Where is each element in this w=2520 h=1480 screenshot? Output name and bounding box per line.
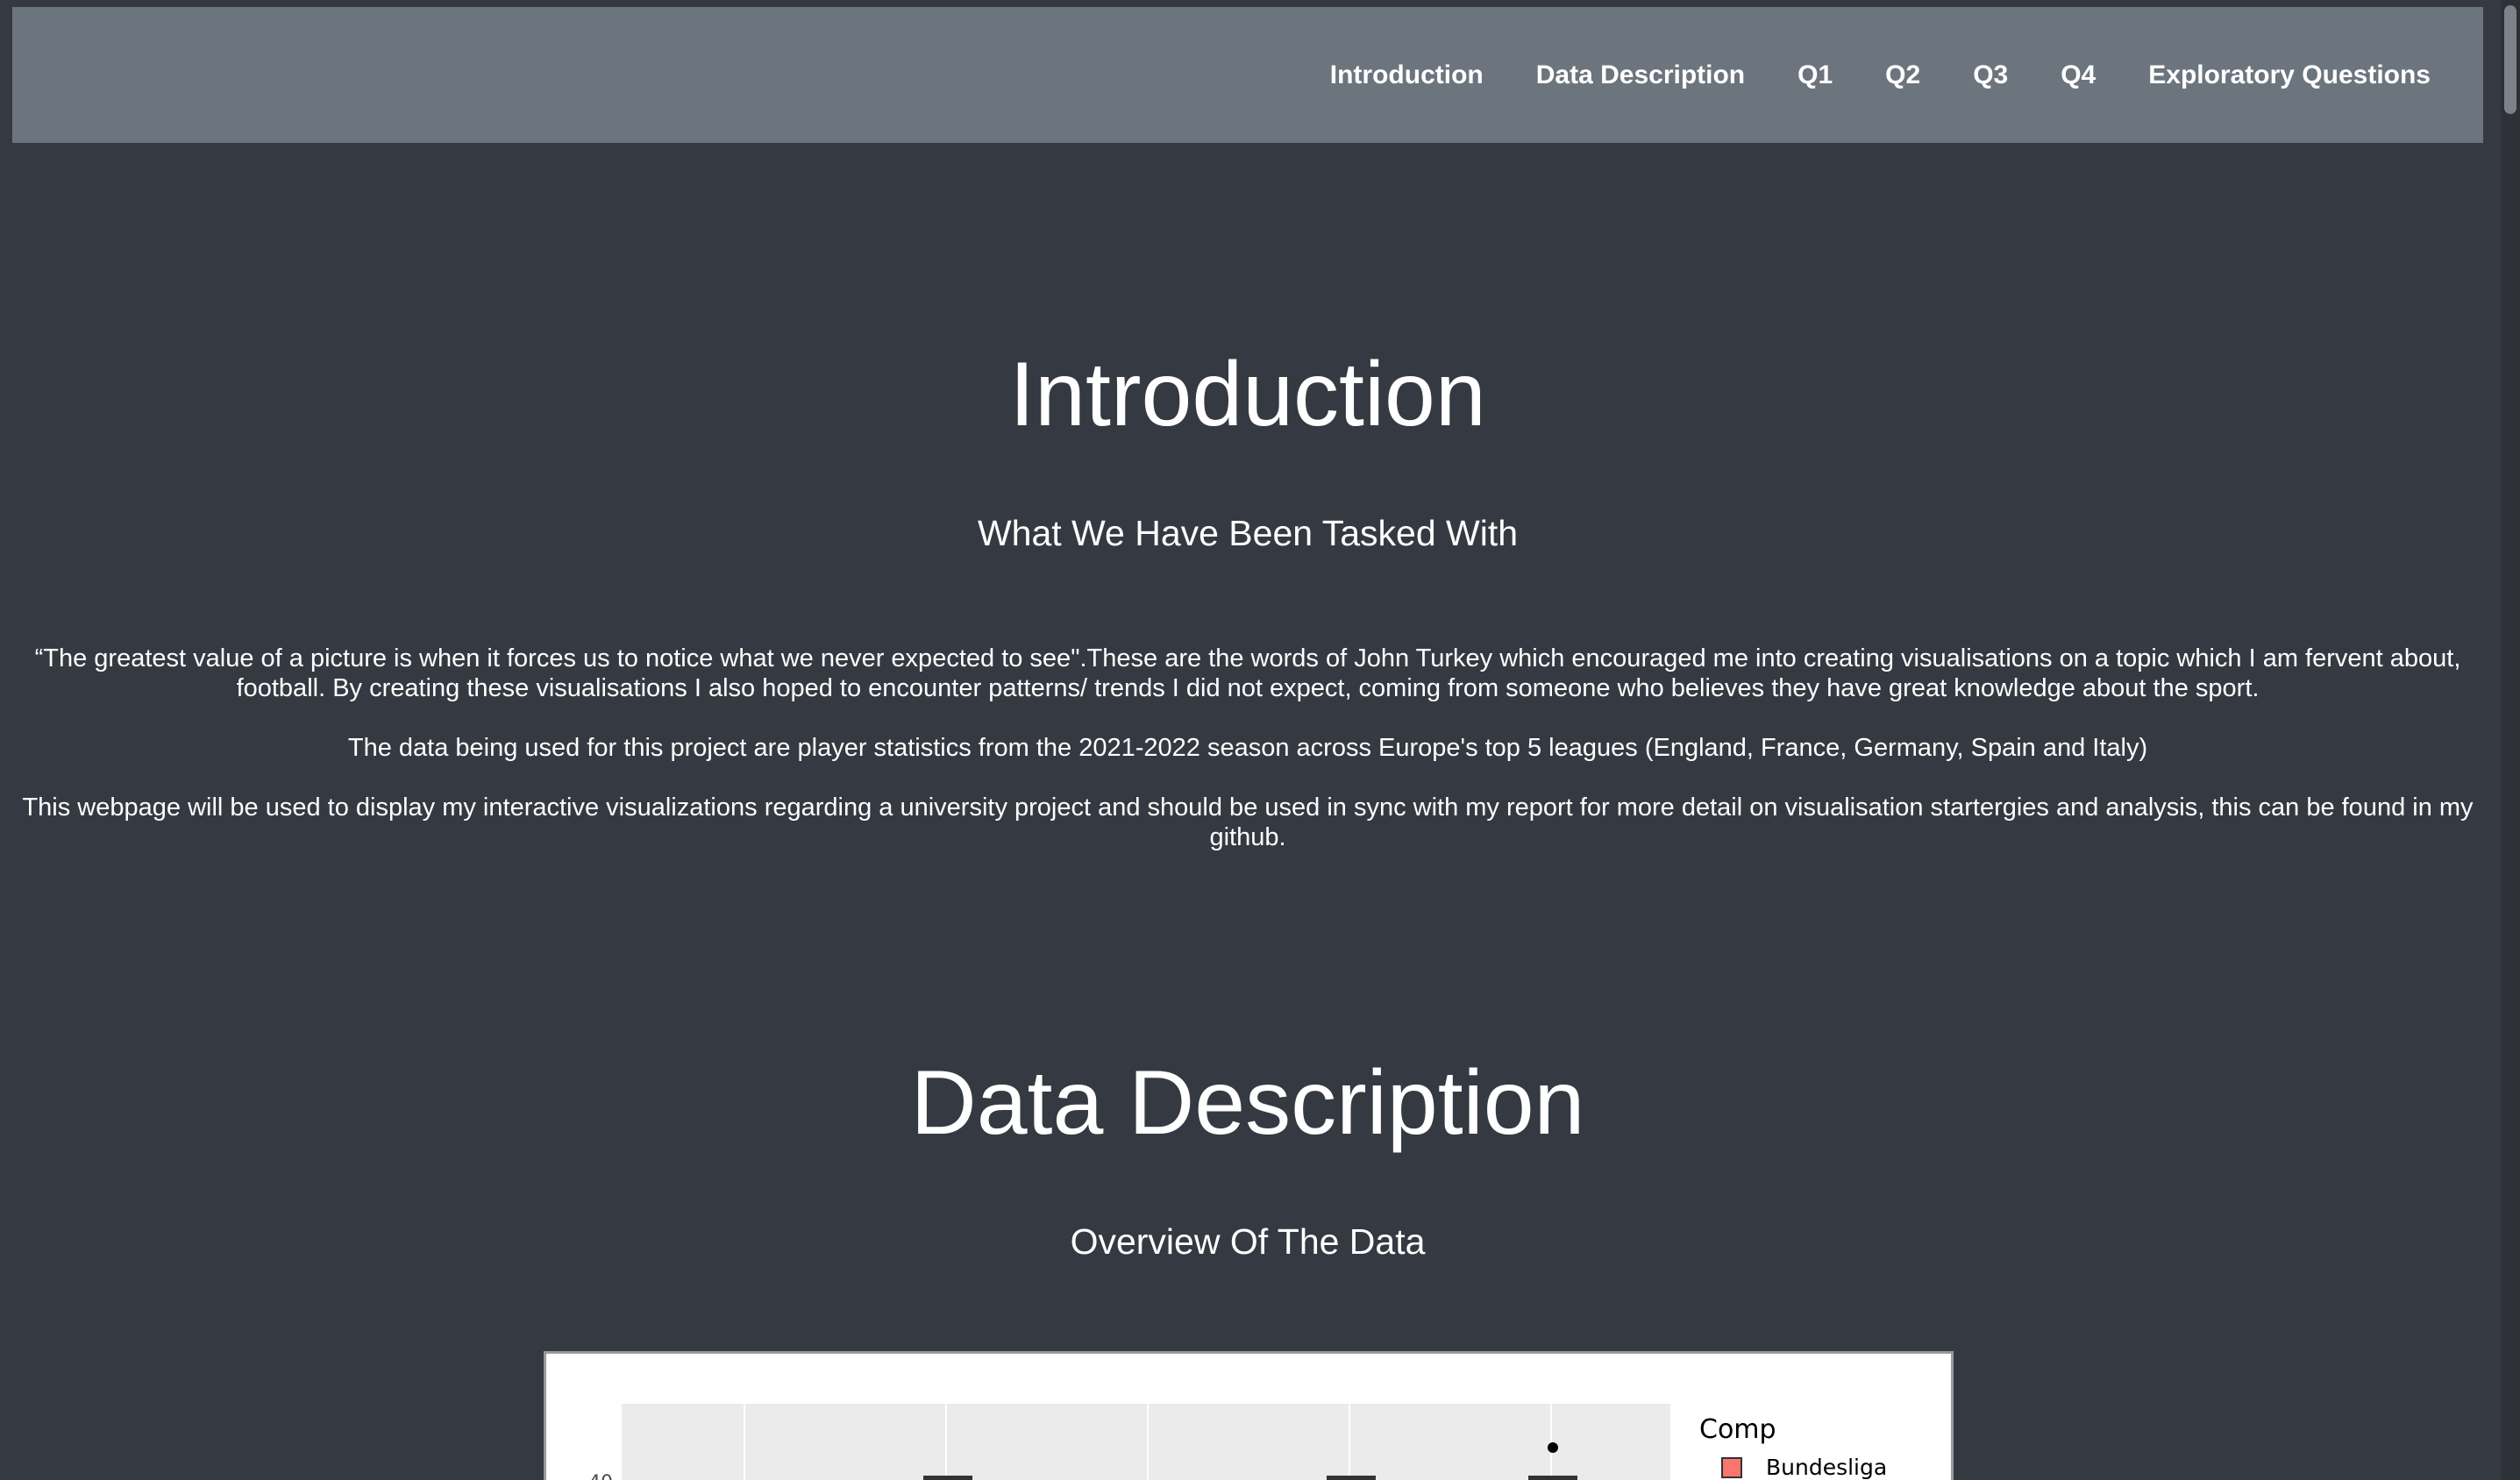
nav-link-q2[interactable]: Q2 [1885,60,1920,90]
scrollbar-thumb[interactable] [2504,5,2516,114]
nav-link-q1[interactable]: Q1 [1797,60,1833,90]
nav-link-data-description[interactable]: Data Description [1536,60,1745,90]
y-tick-label: 40 [588,1472,613,1480]
overview-chart: 40 Comp Bundesliga [588,1404,1887,1480]
intro-paragraph-data-source: The data being used for this project are… [347,734,2148,762]
nav-link-exploratory-questions[interactable]: Exploratory Questions [2148,60,2431,90]
page: Introduction Data Description Q1 Q2 Q3 Q… [0,0,2520,1480]
data-description-heading: Data Description [910,1052,1585,1154]
plot-panel [622,1404,1670,1480]
intro-paragraph-purpose: This webpage will be used to display my … [22,793,2474,851]
nav-link-q4[interactable]: Q4 [2061,60,2096,90]
box-top-edge [1327,1476,1376,1480]
outlier-point [1548,1442,1558,1453]
nav-link-q3[interactable]: Q3 [1973,60,2008,90]
intro-paragraph-quote: “The greatest value of a picture is when… [34,644,2461,702]
overview-chart-frame[interactable]: 40 Comp Bundesliga [544,1351,1954,1480]
introduction-heading: Introduction [1009,344,1486,445]
vertical-scrollbar[interactable] [2501,0,2520,1480]
nav-link-introduction[interactable]: Introduction [1330,60,1484,90]
legend-label-bundesliga: Bundesliga [1766,1455,1887,1480]
box-top-edge [1528,1476,1577,1480]
introduction-subheading: What We Have Been Tasked With [977,513,1519,553]
legend-swatch-bundesliga [1721,1457,1742,1478]
data-description-subheading: Overview Of The Data [1070,1221,1426,1262]
box-top-edge [923,1476,972,1480]
legend-title: Comp [1699,1414,1776,1445]
top-navbar: Introduction Data Description Q1 Q2 Q3 Q… [12,7,2483,143]
